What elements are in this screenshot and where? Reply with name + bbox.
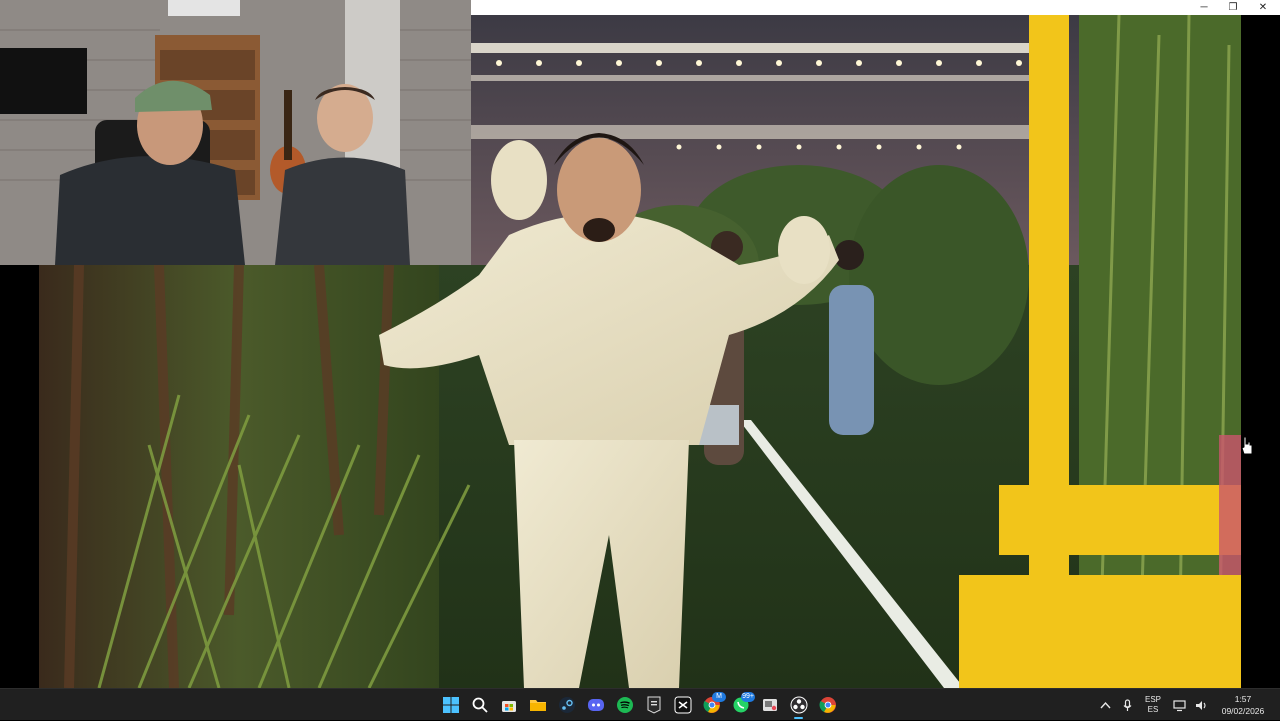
taskbar-app-explorer[interactable] xyxy=(523,690,552,720)
close-button[interactable]: ✕ xyxy=(1248,0,1278,15)
network-tray-button[interactable] xyxy=(1168,690,1190,720)
mouse-cursor-icon xyxy=(1240,436,1254,456)
discord-icon xyxy=(587,699,604,711)
windows-taskbar: M 99+ ESP ES 1:57 09/02/2026 xyxy=(0,688,1280,720)
taskbar-app-store[interactable] xyxy=(494,690,523,720)
steam-icon xyxy=(558,697,575,713)
taskbar-app-whatsapp[interactable]: 99+ xyxy=(726,690,755,720)
chrome-icon xyxy=(819,697,836,713)
taskbar-app-obs[interactable] xyxy=(784,690,813,720)
webcam-scene xyxy=(0,0,471,265)
language-code: ESP xyxy=(1144,695,1161,704)
search-button[interactable] xyxy=(465,690,494,720)
taskbar-app-snipping-tool[interactable] xyxy=(755,690,784,720)
taskbar-app-chrome-profile[interactable]: M xyxy=(697,690,726,720)
clock-button[interactable]: 1:57 09/02/2026 xyxy=(1212,693,1274,717)
show-hidden-icons-button[interactable] xyxy=(1094,690,1116,720)
chevron-up-icon xyxy=(1099,701,1111,708)
taskbar-app-epic-games[interactable] xyxy=(639,690,668,720)
epic-games-icon xyxy=(647,696,660,714)
clock-time: 1:57 xyxy=(1234,694,1252,704)
webcam-overlay xyxy=(0,0,471,265)
system-tray: ESP ES 1:57 09/02/2026 xyxy=(1094,689,1280,721)
windows-start-icon xyxy=(442,697,459,713)
window-title-bar[interactable]: ─ ❐ ✕ xyxy=(471,0,1280,15)
store-icon xyxy=(501,701,516,712)
obs-icon xyxy=(790,696,807,714)
folder-icon xyxy=(529,700,546,711)
microphone-icon xyxy=(1123,698,1131,711)
capcut-icon xyxy=(674,696,691,714)
notification-count-badge: 99+ xyxy=(741,692,755,702)
input-language-button[interactable]: ESP ES xyxy=(1138,695,1168,715)
taskbar-app-chrome[interactable] xyxy=(813,690,842,720)
spotify-icon xyxy=(616,697,633,713)
snipping-tool-icon xyxy=(762,699,777,711)
speaker-icon xyxy=(1195,700,1206,710)
network-icon xyxy=(1172,699,1186,711)
taskbar-apps: M 99+ xyxy=(436,689,842,721)
taskbar-app-capcut[interactable] xyxy=(668,690,697,720)
minimize-button[interactable]: ─ xyxy=(1189,0,1219,15)
search-icon xyxy=(472,697,488,713)
start-button[interactable] xyxy=(436,690,465,720)
active-app-indicator xyxy=(794,717,803,719)
clock-date: 09/02/2026 xyxy=(1221,706,1265,716)
taskbar-app-discord[interactable] xyxy=(581,690,610,720)
keyboard-layout-code: ES xyxy=(1147,705,1159,714)
taskbar-app-steam[interactable] xyxy=(552,690,581,720)
microphone-tray-button[interactable] xyxy=(1116,690,1138,720)
maximize-button[interactable]: ❐ xyxy=(1218,0,1248,15)
taskbar-app-spotify[interactable] xyxy=(610,690,639,720)
profile-badge: M xyxy=(712,692,726,702)
volume-tray-button[interactable] xyxy=(1190,690,1212,720)
